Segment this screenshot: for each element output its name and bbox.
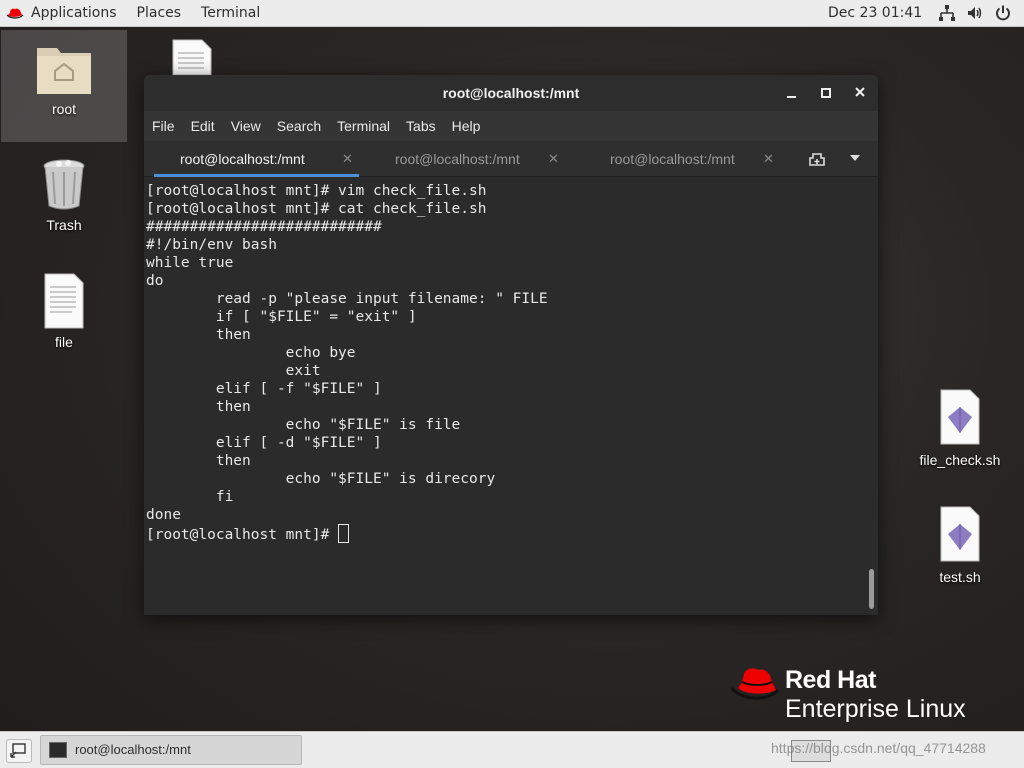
desktop-icon-file-check[interactable]: file_check.sh [897,383,1023,495]
system-tray[interactable] [938,4,1012,22]
desktop-icon-label: file [55,334,73,350]
console-line: then [146,327,251,343]
menu-help[interactable]: Help [452,118,481,134]
maximize-button[interactable] [816,75,836,111]
volume-icon[interactable] [966,4,984,22]
tab-bar: root@localhost:/mnt ✕ root@localhost:/mn… [144,141,878,177]
terminal-scrollbar[interactable] [866,177,878,615]
menu-tabs[interactable]: Tabs [406,118,436,134]
hidden-text-file-icon[interactable] [172,39,212,79]
console-line: exit [146,363,321,379]
terminal-icon [49,742,67,758]
desktop-icon-label: Trash [46,217,82,233]
console-line: while true [146,255,234,271]
script-file-icon [940,389,980,448]
taskbar-window-label: root@localhost:/mnt [75,742,191,757]
desktop-icon-trash[interactable]: Trash [1,148,127,260]
close-button[interactable] [850,75,870,111]
home-folder-icon [35,40,93,99]
shell-prompt: [root@localhost mnt]# [146,527,339,543]
applications-label: Applications [31,5,117,21]
menu-edit[interactable]: Edit [191,118,215,134]
console-line: elif [ -d "$FILE" ] [146,435,382,451]
close-tab-icon[interactable]: ✕ [763,141,774,177]
desktop-icon-label: test.sh [939,569,981,585]
desktop-icon-label: root [51,101,77,117]
terminal-app-menu[interactable]: Terminal [191,0,270,27]
watermark-text: https://blog.csdn.net/qq_47714288 [771,740,986,756]
redhat-logo-hat-icon [730,668,780,700]
places-label: Places [136,5,182,21]
desktop-icon-root[interactable]: root [1,30,127,142]
new-tab-icon[interactable] [808,150,826,168]
terminal-output[interactable]: [root@localhost mnt]# vim check_file.sh … [144,177,866,615]
tab-1[interactable]: root@localhost:/mnt ✕ [154,141,359,177]
tab-label: root@localhost:/mnt [180,151,305,167]
menu-terminal[interactable]: Terminal [337,118,390,134]
console-line: echo "$FILE" is direcory [146,471,496,487]
terminal-window[interactable]: root@localhost:/mnt File Edit View Searc… [144,75,878,615]
console-line: elif [ -f "$FILE" ] [146,381,382,397]
window-title: root@localhost:/mnt [442,85,580,101]
show-desktop-button[interactable] [6,739,32,763]
console-line: [root@localhost mnt]# vim check_file.sh [146,183,487,199]
minimize-button[interactable] [782,75,802,111]
desktop-icon-test[interactable]: test.sh [897,500,1023,612]
logo-text-line2: Enterprise Linux [785,695,966,723]
desktop-icon-file[interactable]: file [1,265,127,377]
tab-3[interactable]: root@localhost:/mnt ✕ [584,141,789,177]
places-menu[interactable]: Places [127,0,192,27]
power-icon[interactable] [994,4,1012,22]
network-icon[interactable] [938,4,956,22]
window-titlebar[interactable]: root@localhost:/mnt [144,75,878,111]
tab-menu-chevron-down-icon[interactable] [850,155,860,161]
top-panel: Applications Places Terminal Dec 23 01:4… [0,0,1024,27]
redhat-logo: Red Hat Enterprise Linux [730,662,990,726]
console-line: done [146,507,181,523]
console-line: [root@localhost mnt]# cat check_file.sh [146,201,487,217]
desktop-icon-label: file_check.sh [919,452,1001,468]
trash-icon [41,158,87,213]
close-tab-icon[interactable]: ✕ [548,141,559,177]
clock[interactable]: Dec 23 01:41 [828,5,922,21]
menu-view[interactable]: View [231,118,261,134]
console-line: then [146,453,251,469]
applications-menu[interactable]: Applications [0,0,127,27]
taskbar-window-terminal[interactable]: root@localhost:/mnt [40,735,302,765]
menu-search[interactable]: Search [277,118,321,134]
bottom-taskbar: root@localhost:/mnt https://blog.csdn.ne… [0,731,1024,768]
console-line: do [146,273,164,289]
console-line: echo bye [146,345,356,361]
text-cursor [338,524,350,543]
logo-text-line1: Red Hat [785,666,876,694]
terminal-menubar: File Edit View Search Terminal Tabs Help [144,111,878,141]
terminal-app-label: Terminal [201,5,261,21]
close-tab-icon[interactable]: ✕ [342,141,353,177]
prompt-line[interactable]: [root@localhost mnt]# [146,524,866,543]
tab-label: root@localhost:/mnt [395,151,520,167]
redhat-hat-icon [6,7,24,20]
console-line: ########################### [146,219,382,235]
console-line: then [146,399,251,415]
text-file-icon [44,273,84,332]
console-line: read -p "please input filename: " FILE [146,291,548,307]
menu-file[interactable]: File [152,118,175,134]
console-line: if [ "$FILE" = "exit" ] [146,309,417,325]
console-line: #!/bin/env bash [146,237,277,253]
script-file-icon [940,506,980,565]
scrollbar-thumb[interactable] [869,569,874,609]
console-line: fi [146,489,234,505]
console-line: echo "$FILE" is file [146,417,461,433]
tab-2[interactable]: root@localhost:/mnt ✕ [369,141,574,177]
tab-label: root@localhost:/mnt [610,151,735,167]
